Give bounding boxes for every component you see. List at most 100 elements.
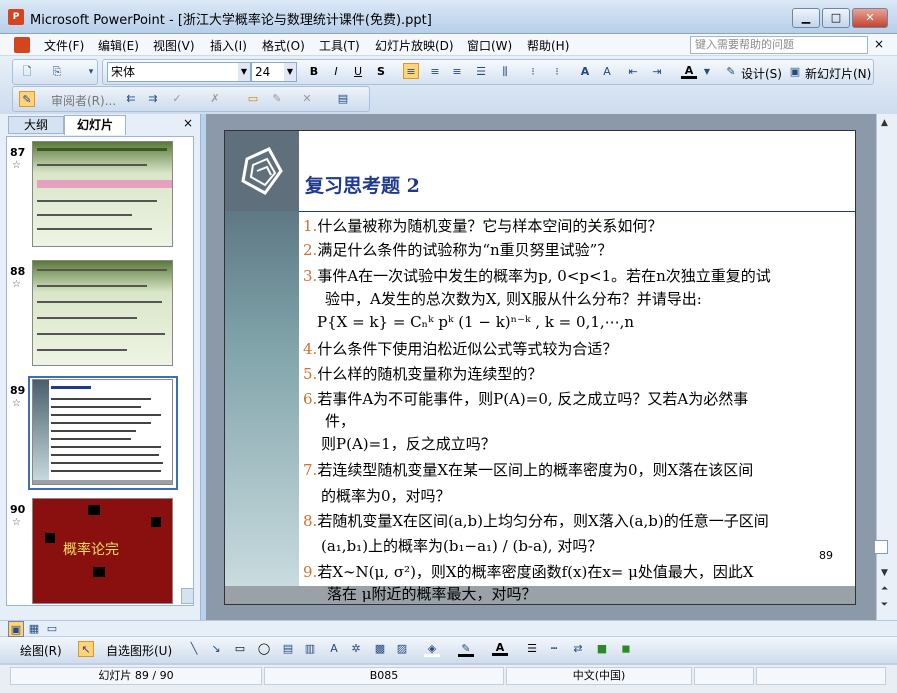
minimize-button[interactable]: ▁ (792, 8, 820, 28)
insert-comment-icon[interactable]: ▭ (245, 91, 261, 107)
numbering-icon[interactable]: ⁝ (525, 64, 541, 80)
underline-button[interactable]: U (350, 64, 366, 80)
tab-slides[interactable]: 幻灯片 (64, 115, 126, 135)
next-item-icon[interactable]: ⇉ (145, 91, 161, 107)
reviewer-button[interactable]: 审阅者(R)... (51, 92, 116, 109)
align-left-icon[interactable]: ≡ (403, 63, 419, 79)
reviewing-pane-icon[interactable]: ▤ (335, 91, 351, 107)
decrease-indent-icon[interactable]: ⇤ (625, 64, 641, 80)
edit-comment-icon[interactable]: ✎ (269, 91, 285, 107)
title-bar: P Microsoft PowerPoint - [浙江大学概率论与数理统计课件… (0, 0, 897, 34)
vertical-textbox-icon[interactable]: ▥ (302, 641, 318, 657)
increase-indent-icon[interactable]: ⇥ (649, 64, 665, 80)
menu-tools[interactable]: 工具(T) (319, 37, 360, 54)
3d-style-icon[interactable]: ◼ (618, 641, 634, 657)
shadow-button[interactable]: S (373, 64, 389, 80)
tab-outline[interactable]: 大纲 (8, 116, 64, 134)
menu-insert[interactable]: 插入(I) (210, 37, 247, 54)
menu-file[interactable]: 文件(F) (44, 37, 84, 54)
question-6-cont: 件， (325, 412, 356, 430)
close-icon[interactable]: × (181, 116, 195, 130)
next-slide-icon[interactable]: ⏷ (877, 598, 892, 613)
slide-thumbnail-90[interactable]: 概率论完 (32, 498, 173, 604)
question-7: 7.若连续型随机变量X在某一区间上的概率密度为0，则X落在该区间 (303, 461, 754, 479)
new-slide-icon[interactable]: ▣ (787, 64, 803, 80)
draw-menu[interactable]: 绘图(R) (20, 642, 62, 659)
thumb-scrollbar[interactable] (181, 588, 194, 604)
menu-slideshow[interactable]: 幻灯片放映(D) (375, 37, 454, 54)
rectangle-icon[interactable]: ▭ (232, 641, 248, 657)
chevron-down-icon[interactable]: ▼ (238, 63, 250, 81)
delete-comment-icon[interactable]: ✕ (299, 91, 315, 107)
chevron-down-icon[interactable]: ▼ (284, 63, 296, 81)
reviewing-toolbar: ✎ 审阅者(R)... ⇇ ⇉ ✓ ✗ ▭ ✎ ✕ ▤ (12, 86, 370, 112)
menu-help[interactable]: 帮助(H) (527, 37, 569, 54)
slide-footer-band (225, 586, 855, 604)
text-direction-icon[interactable]: ⫼ (497, 64, 513, 80)
scroll-thumb[interactable] (874, 540, 888, 554)
maximize-button[interactable]: □ (822, 8, 850, 28)
font-color-icon[interactable]: A (681, 63, 697, 79)
line-icon[interactable]: ╲ (186, 641, 202, 657)
status-empty-1 (694, 667, 754, 685)
new-file-icon[interactable]: 🗋 (19, 64, 35, 80)
line-color-icon[interactable]: ✎ (458, 641, 474, 657)
chevron-down-icon[interactable]: ▼ (699, 64, 715, 80)
menu-window[interactable]: 窗口(W) (467, 37, 512, 54)
arrow-style-icon[interactable]: ⇄ (570, 641, 586, 657)
distribute-icon[interactable]: ☰ (473, 64, 489, 80)
document-icon[interactable] (14, 37, 30, 53)
question-9: 9.若X∼N(μ, σ²)，则X的概率密度函数f(x)在x= μ处值最大，因此X (303, 563, 754, 581)
bold-button[interactable]: B (306, 64, 322, 80)
diagram-icon[interactable]: ✲ (348, 641, 364, 657)
select-pointer-icon[interactable]: ↖ (78, 641, 94, 657)
previous-slide-icon[interactable]: ⏶ (877, 582, 892, 597)
slide-thumbnail-89[interactable] (32, 379, 173, 485)
clipart-icon[interactable]: ▩ (372, 641, 388, 657)
design-button[interactable]: 设计(S) (741, 65, 782, 82)
font-size-combo[interactable]: 24 ▼ (251, 62, 297, 82)
autoshapes-menu[interactable]: 自选图形(U) (106, 642, 172, 659)
slide-thumbnail-87[interactable] (32, 141, 173, 247)
increase-font-icon[interactable]: A (577, 64, 593, 80)
fill-color-icon[interactable]: ◈ (424, 641, 440, 657)
scroll-up-icon[interactable]: ▲ (877, 116, 892, 131)
standard-toolbar: 🗋 ⎘ ▾ (12, 59, 98, 85)
align-right-icon[interactable]: ≡ (449, 64, 465, 80)
new-slide-button[interactable]: 新幻灯片(N) (805, 65, 871, 82)
textbox-icon[interactable]: ▤ (280, 641, 296, 657)
close-button[interactable]: ✕ (852, 8, 888, 28)
align-center-icon[interactable]: ≡ (427, 64, 443, 80)
menu-edit[interactable]: 编辑(E) (98, 37, 139, 54)
normal-view-icon[interactable]: ▣ (8, 621, 24, 637)
wordart-icon[interactable]: A (326, 641, 342, 657)
oval-icon[interactable]: ◯ (256, 641, 272, 657)
slide-canvas[interactable]: 复习思考题 2 1.什么量被称为随机变量？它与样本空间的关系如何？ 2.满足什么… (224, 130, 856, 605)
font-color-icon[interactable]: A (492, 640, 508, 656)
apply-icon[interactable]: ✓ (169, 91, 185, 107)
bullets-icon[interactable]: ⁝ (549, 64, 565, 80)
copy-icon[interactable]: ⎘ (49, 64, 65, 80)
toolbar-options-icon[interactable]: ▾ (83, 64, 99, 80)
picture-icon[interactable]: ▨ (394, 641, 410, 657)
unapply-icon[interactable]: ✗ (207, 91, 223, 107)
italic-button[interactable]: I (328, 64, 344, 80)
scroll-down-icon[interactable]: ▼ (877, 566, 892, 581)
decrease-font-icon[interactable]: A (599, 64, 615, 80)
dash-style-icon[interactable]: ┅ (546, 641, 562, 657)
arrow-icon[interactable]: ↘ (208, 641, 224, 657)
thumbnail-number: 89 (10, 384, 26, 397)
shadow-style-icon[interactable]: ■ (594, 641, 610, 657)
menu-view[interactable]: 视图(V) (153, 37, 195, 54)
font-name-combo[interactable]: 宋体 ▼ (107, 62, 251, 82)
line-style-icon[interactable]: ☰ (524, 641, 540, 657)
slide-thumbnail-88[interactable] (32, 260, 173, 366)
markup-icon[interactable]: ✎ (19, 91, 35, 107)
slideshow-view-icon[interactable]: ▭ (44, 621, 60, 637)
help-search-input[interactable]: 键入需要帮助的问题 (690, 36, 868, 54)
close-doc-icon[interactable]: × (874, 37, 884, 51)
previous-item-icon[interactable]: ⇇ (123, 91, 139, 107)
menu-format[interactable]: 格式(O) (262, 37, 305, 54)
sorter-view-icon[interactable]: ▦ (26, 621, 42, 637)
design-icon[interactable]: ✎ (723, 64, 739, 80)
